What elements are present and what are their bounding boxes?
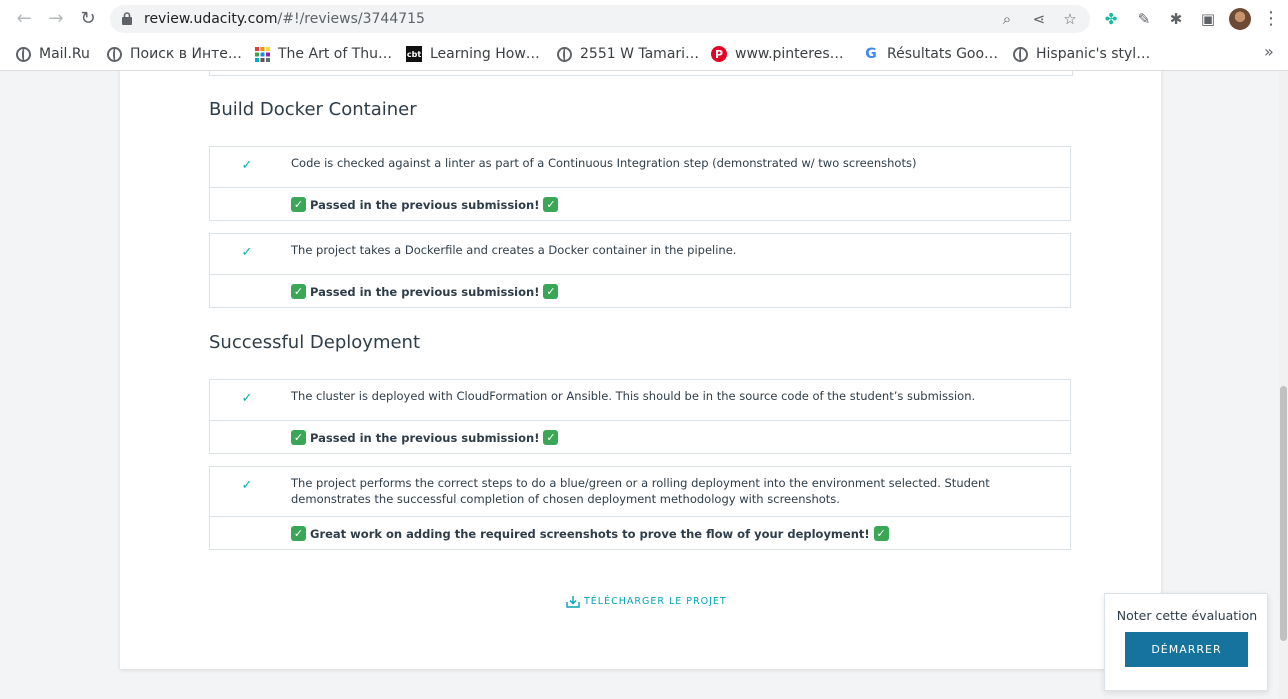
forward-icon[interactable]: → xyxy=(46,9,66,29)
bookmark-item[interactable]: Поиск в Инте… xyxy=(107,43,242,65)
check-mark-button-icon: ✓ xyxy=(291,430,306,445)
google-icon: G xyxy=(865,46,877,62)
side-panel-icon[interactable]: ▣ xyxy=(1198,9,1218,29)
criterion-item: ✓ Code is checked against a linter as pa… xyxy=(209,146,1071,221)
bookmark-label: The Art of Thu… xyxy=(278,46,393,62)
url-host: review.udacity.com xyxy=(144,11,278,27)
section-title: Successful Deployment xyxy=(209,332,421,353)
criterion-text: The project performs the correct steps t… xyxy=(291,476,990,506)
puzzle-icon[interactable]: ✱ xyxy=(1166,9,1186,29)
check-icon: ✓ xyxy=(241,478,253,493)
criterion-text: Code is checked against a linter as part… xyxy=(291,156,917,170)
check-mark-button-icon: ✓ xyxy=(543,284,559,299)
cbt-icon: cbt xyxy=(406,46,422,62)
criterion-note: ✓ Great work on adding the required scre… xyxy=(210,517,1070,550)
rating-label: Noter cette évaluation xyxy=(1116,608,1258,623)
check-icon: ✓ xyxy=(241,158,253,173)
extension-tree-icon[interactable]: ✤ xyxy=(1101,9,1121,29)
eyedropper-icon[interactable]: ✎ xyxy=(1134,9,1154,29)
zoom-icon[interactable]: ⌕ xyxy=(998,10,1016,28)
download-project-link[interactable]: TÉLÉCHARGER LE PROJET xyxy=(566,595,727,608)
profile-avatar[interactable] xyxy=(1229,8,1251,30)
criterion-item: ✓ The project takes a Dockerfile and cre… xyxy=(209,233,1071,308)
bookmark-label: www.pinteres… xyxy=(735,46,844,62)
bookmark-label: Learning How… xyxy=(430,46,540,62)
note-text: Great work on adding the required screen… xyxy=(310,526,870,541)
bookmark-item[interactable]: G Résultats Goo… xyxy=(863,43,998,65)
criterion-note: ✓ Passed in the previous submission! ✓ xyxy=(210,421,1070,454)
page-viewport: Build Docker Container ✓ Code is checked… xyxy=(0,71,1279,699)
note-text: Passed in the previous submission! xyxy=(310,197,540,212)
check-mark-button-icon: ✓ xyxy=(543,430,559,445)
bookmarks-bar: Mail.Ru Поиск в Инте… The Art of Thu… cb… xyxy=(0,38,1288,71)
check-icon: ✓ xyxy=(241,391,253,406)
check-icon: ✓ xyxy=(241,245,253,260)
bookmark-label: Résultats Goo… xyxy=(887,46,999,62)
criterion-header: ✓ The project takes a Dockerfile and cre… xyxy=(210,234,1070,275)
bookmark-label: Mail.Ru xyxy=(39,46,90,62)
bookmark-label: Hispanic's styl… xyxy=(1036,46,1151,62)
download-label: TÉLÉCHARGER LE PROJET xyxy=(584,596,727,607)
url-path: /#!/reviews/3744715 xyxy=(277,11,425,27)
criterion-note: ✓ Passed in the previous submission! ✓ xyxy=(210,188,1070,221)
grid-icon xyxy=(254,46,270,62)
share-icon[interactable]: ⋖ xyxy=(1030,10,1048,28)
bookmark-item[interactable]: Mail.Ru xyxy=(16,43,90,65)
bookmark-item[interactable]: The Art of Thu… xyxy=(254,43,392,65)
globe-icon xyxy=(16,46,31,62)
criterion-header: ✓ The cluster is deployed with CloudForm… xyxy=(210,380,1070,421)
previous-criterion-box xyxy=(209,71,1073,76)
globe-icon xyxy=(107,46,122,62)
note-text: Passed in the previous submission! xyxy=(310,430,540,445)
browser-toolbar: ← → ↻ review.udacity.com/#!/reviews/3744… xyxy=(0,0,1288,38)
bookmark-item[interactable]: P www.pinteres… xyxy=(711,43,844,65)
bookmark-label: 2551 W Tamari… xyxy=(580,46,700,62)
bookmark-item[interactable]: Hispanic's styl… xyxy=(1013,43,1150,65)
check-mark-button-icon: ✓ xyxy=(873,526,889,541)
criterion-note: ✓ Passed in the previous submission! ✓ xyxy=(210,275,1070,308)
check-mark-button-icon: ✓ xyxy=(291,526,306,541)
reload-icon[interactable]: ↻ xyxy=(78,9,98,29)
bookmark-item[interactable]: cbt Learning How… xyxy=(406,43,540,65)
address-bar[interactable]: review.udacity.com/#!/reviews/3744715 ⌕ … xyxy=(110,5,1090,33)
url-text: review.udacity.com/#!/reviews/3744715 xyxy=(144,10,425,28)
criterion-text: The project takes a Dockerfile and creat… xyxy=(291,243,737,257)
download-icon xyxy=(566,596,580,608)
bookmark-label: Поиск в Инте… xyxy=(130,46,242,62)
criterion-header: ✓ The project performs the correct steps… xyxy=(210,467,1070,517)
criterion-header: ✓ Code is checked against a linter as pa… xyxy=(210,147,1070,188)
star-icon[interactable]: ☆ xyxy=(1061,10,1079,28)
criterion-item: ✓ The cluster is deployed with CloudForm… xyxy=(209,379,1071,454)
scrollbar-thumb[interactable] xyxy=(1280,386,1287,641)
criterion-text: The cluster is deployed with CloudFormat… xyxy=(291,389,976,403)
bookmarks-overflow-icon[interactable]: » xyxy=(1264,42,1274,61)
note-text: Passed in the previous submission! xyxy=(310,284,540,299)
lock-icon xyxy=(122,12,132,25)
check-mark-button-icon: ✓ xyxy=(543,197,559,212)
section-title: Build Docker Container xyxy=(209,99,417,120)
rating-widget: Noter cette évaluation DÉMARRER xyxy=(1104,593,1268,691)
globe-icon xyxy=(1013,46,1028,62)
bookmark-item[interactable]: 2551 W Tamari… xyxy=(557,43,699,65)
criterion-item: ✓ The project performs the correct steps… xyxy=(209,466,1071,550)
globe-icon xyxy=(557,46,572,62)
check-mark-button-icon: ✓ xyxy=(291,197,306,212)
back-icon[interactable]: ← xyxy=(14,9,34,29)
start-rating-button[interactable]: DÉMARRER xyxy=(1125,632,1248,667)
page-scrollbar[interactable] xyxy=(1279,71,1288,699)
pinterest-icon: P xyxy=(711,46,727,62)
browser-menu-icon[interactable]: ⋮ xyxy=(1262,9,1280,29)
review-card: Build Docker Container ✓ Code is checked… xyxy=(120,71,1161,669)
check-mark-button-icon: ✓ xyxy=(291,284,306,299)
